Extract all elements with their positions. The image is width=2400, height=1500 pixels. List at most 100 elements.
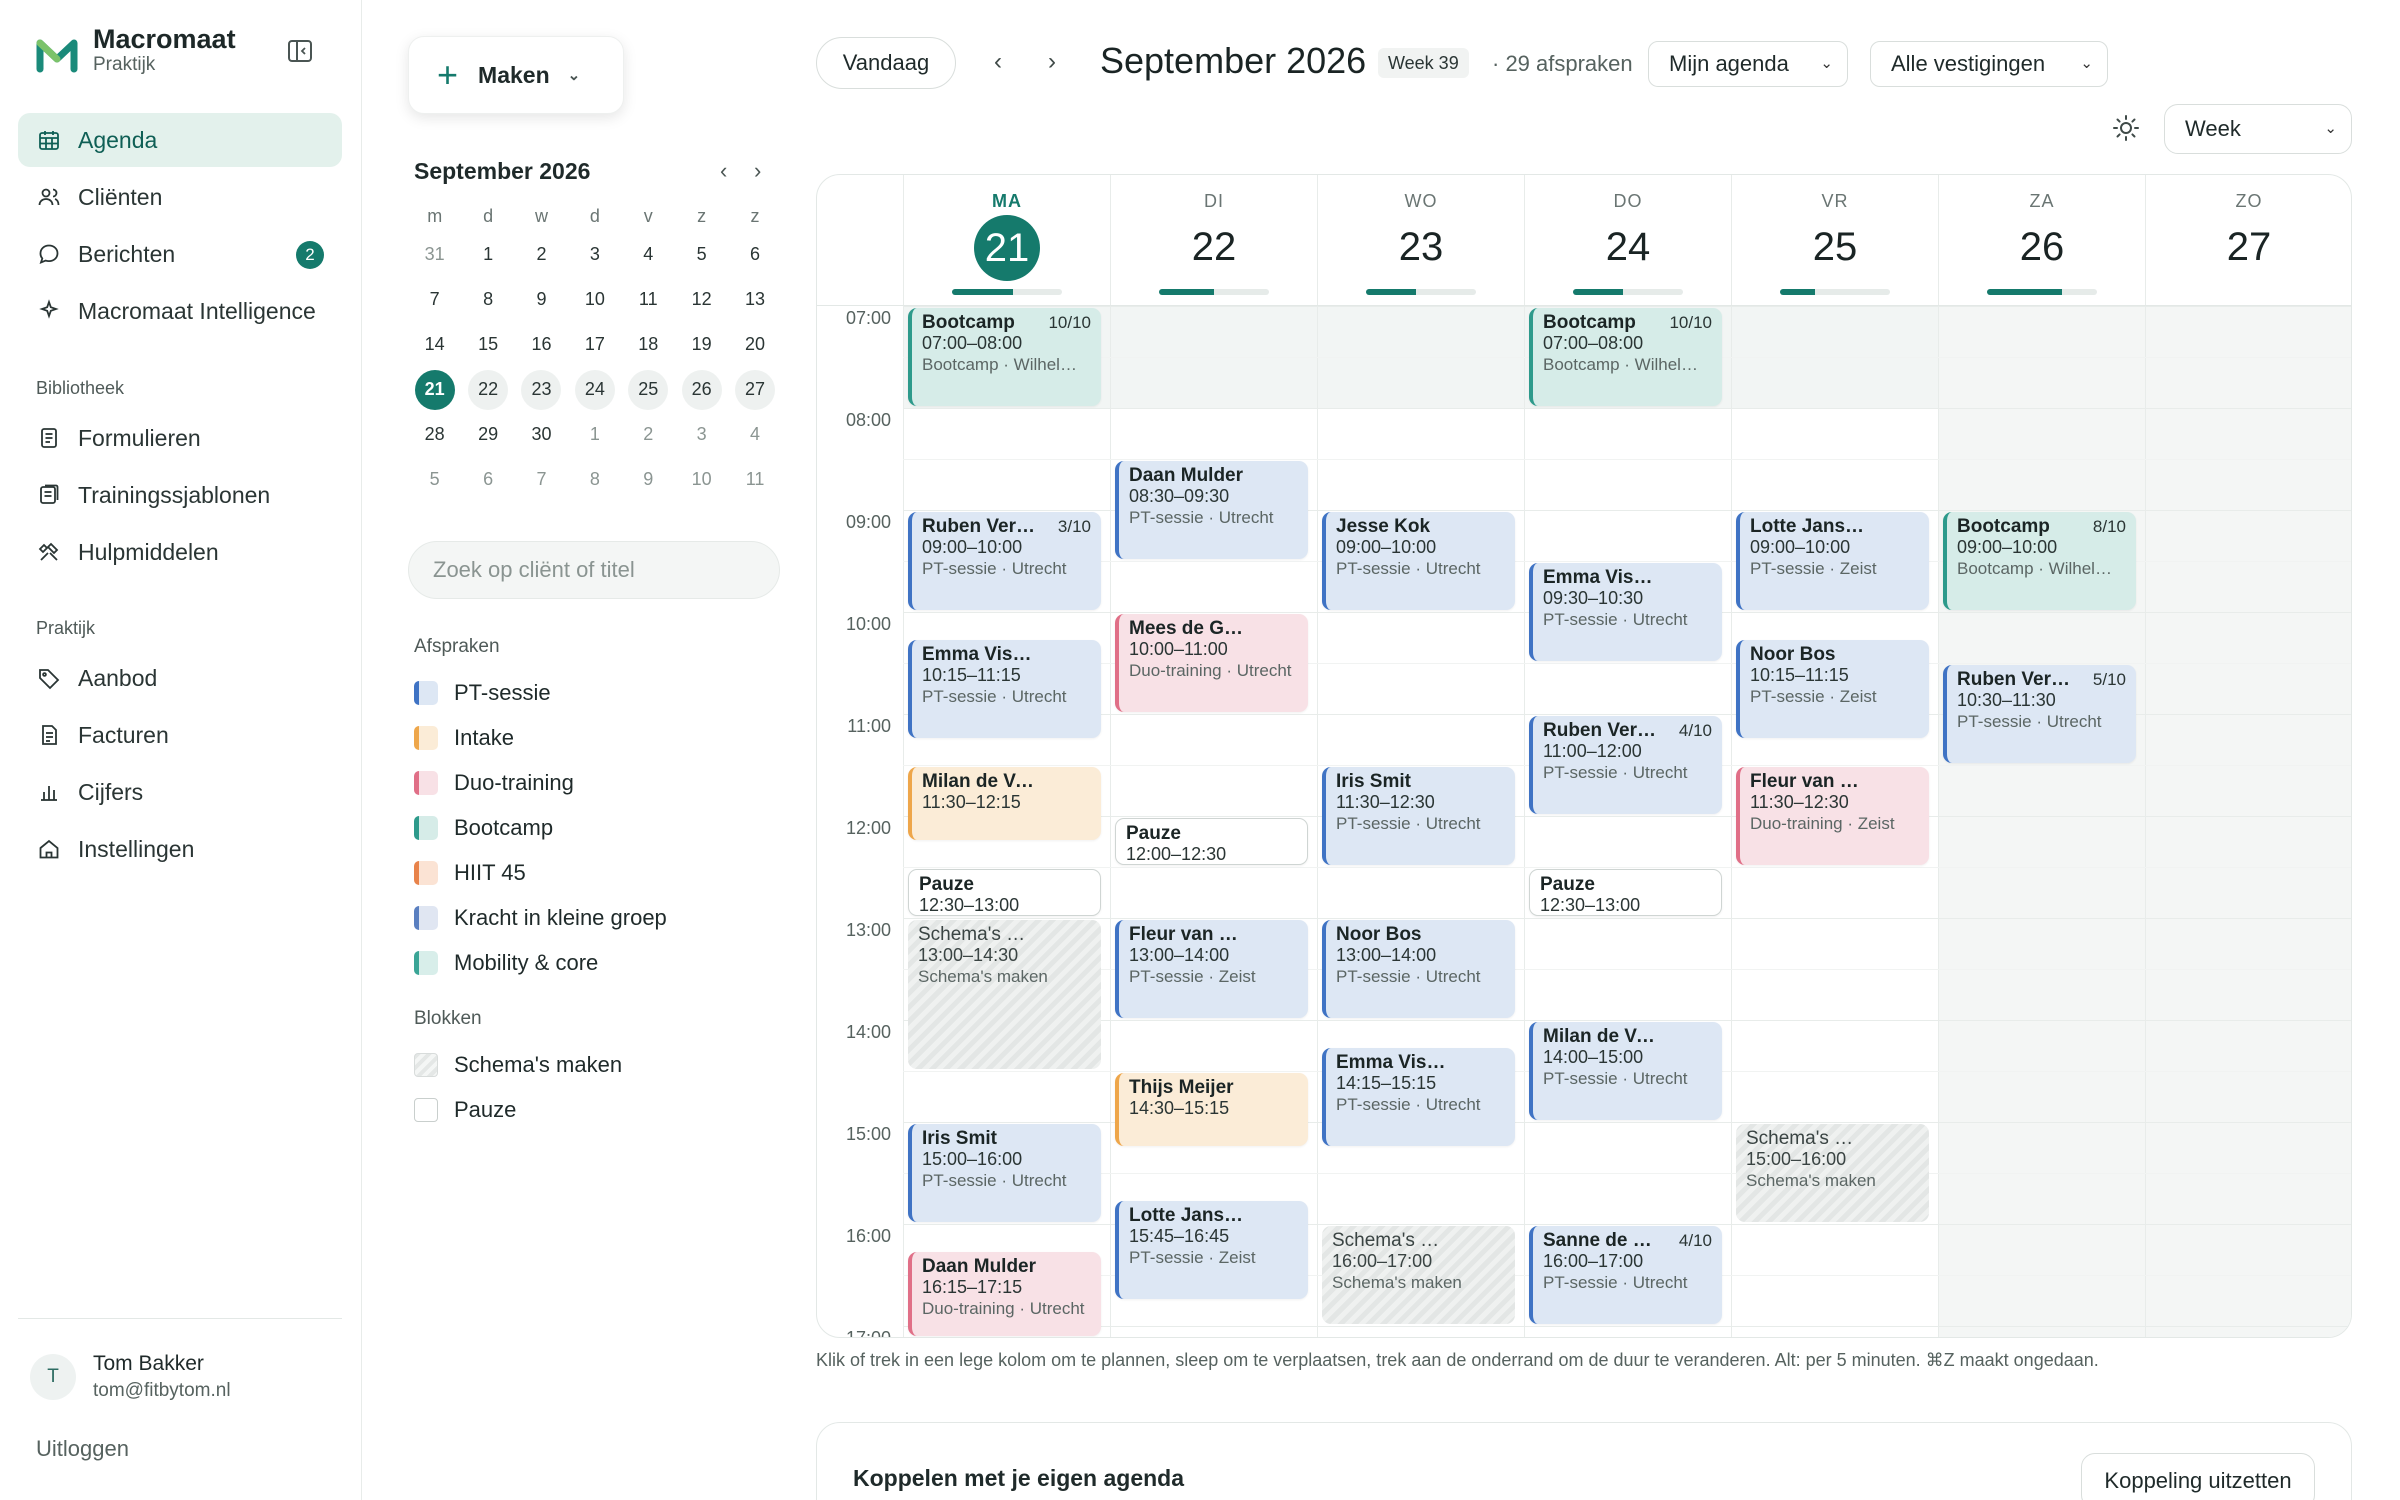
mini-calendar-next-icon[interactable]: › <box>754 158 761 184</box>
appointment-event[interactable]: Mees de Graaf 10:00–11:00 Duo-training · U… <box>1115 614 1308 712</box>
mini-calendar-day[interactable]: 2 <box>622 415 675 455</box>
appointment-event[interactable]: Emma Visser 14:15–15:15 PT-sessie · Utrech… <box>1322 1047 1515 1146</box>
sidebar-item-facturen[interactable]: Facturen <box>18 708 342 762</box>
search-input[interactable]: Zoek op cliënt of titel <box>408 541 780 599</box>
sidebar-item-cliënten[interactable]: Cliënten <box>18 170 342 224</box>
mini-calendar-day[interactable]: 8 <box>568 460 621 500</box>
mini-calendar-day[interactable]: 6 <box>461 460 514 500</box>
sidebar-item-cijfers[interactable]: Cijfers <box>18 765 342 819</box>
appointment-event[interactable]: Noor Bos 10:15–11:15 PT-sessie · Zeist <box>1736 639 1929 738</box>
day-header[interactable]: MA 21 <box>903 175 1110 305</box>
mini-calendar-day[interactable]: 1 <box>461 235 514 275</box>
day-header[interactable]: VR 25 <box>1731 175 1938 305</box>
mini-calendar-day[interactable]: 17 <box>568 325 621 365</box>
mini-calendar-day[interactable]: 10 <box>675 460 728 500</box>
appointment-event[interactable]: Ruben Verhoeven 4/10 11:00–12:00 PT-sessie … <box>1529 716 1722 814</box>
mini-calendar-day[interactable]: 21 <box>408 369 461 410</box>
appointment-event[interactable]: Bootcamp 8/10 09:00–10:00 Bootcamp · Wilhel… <box>1943 512 2136 610</box>
appointment-event[interactable]: Emma Visser 10:15–11:15 PT-sessie · Utrech… <box>908 639 1101 738</box>
mini-calendar-day[interactable]: 3 <box>675 415 728 455</box>
sidebar-item-instellingen[interactable]: Instellingen <box>18 822 342 876</box>
appointment-event[interactable]: Iris Smit 11:30–12:30 PT-sessie · Utrecht <box>1322 767 1515 865</box>
block-event[interactable]: Schema's maken 15:00–16:00 Schema's maken <box>1736 1124 1929 1222</box>
mini-calendar-day[interactable]: 9 <box>515 280 568 320</box>
break-event[interactable]: Pauze 12:00–12:30 <box>1115 818 1308 865</box>
mini-calendar-day[interactable]: 24 <box>568 369 621 410</box>
appointment-event[interactable]: Daan Mulder 08:30–09:30 PT-sessie · Utrech… <box>1115 461 1308 559</box>
legend-item[interactable]: Pauze <box>414 1097 516 1123</box>
collapse-sidebar-icon[interactable] <box>286 38 316 64</box>
legend-item[interactable]: PT-sessie <box>414 680 551 706</box>
sun-icon[interactable] <box>2112 114 2140 142</box>
mini-calendar-day[interactable]: 7 <box>408 280 461 320</box>
sidebar-item-formulieren[interactable]: Formulieren <box>18 411 342 465</box>
appointment-event[interactable]: Jesse Kok 09:00–10:00 PT-sessie · Utrecht <box>1322 512 1515 610</box>
mini-calendar-day[interactable]: 4 <box>622 235 675 275</box>
mini-calendar-day[interactable]: 22 <box>461 369 514 410</box>
mini-calendar-day[interactable]: 8 <box>461 280 514 320</box>
mini-calendar-day[interactable]: 15 <box>461 325 514 365</box>
legend-item[interactable]: Duo-training <box>414 770 574 796</box>
legend-item[interactable]: Kracht in kleine groep <box>414 905 667 931</box>
appointment-event[interactable]: Milan de Vries 11:30–12:15 <box>908 767 1101 840</box>
mini-calendar-day[interactable]: 31 <box>408 235 461 275</box>
sidebar-item-macromaat-intelligence[interactable]: Macromaat Intelligence <box>18 284 342 338</box>
appointment-event[interactable]: Iris Smit 15:00–16:00 PT-sessie · Utrecht <box>908 1124 1101 1222</box>
sidebar-item-berichten[interactable]: Berichten 2 <box>18 227 342 281</box>
mini-calendar-day[interactable]: 2 <box>515 235 568 275</box>
block-event[interactable]: Schema's maken 16:00–17:00 Schema's maken <box>1322 1226 1515 1324</box>
mini-calendar-day[interactable]: 30 <box>515 415 568 455</box>
mini-calendar-day[interactable]: 11 <box>622 280 675 320</box>
appointment-event[interactable]: Thijs Meijer 14:30–15:15 <box>1115 1073 1308 1146</box>
mini-calendar-day[interactable]: 26 <box>675 369 728 410</box>
mini-calendar-day[interactable]: 25 <box>622 369 675 410</box>
sidebar-item-hulpmiddelen[interactable]: Hulpmiddelen <box>18 525 342 579</box>
mini-calendar-day[interactable]: 29 <box>461 415 514 455</box>
break-event[interactable]: Pauze 12:30–13:00 <box>1529 869 1722 916</box>
avatar[interactable]: T <box>30 1354 76 1400</box>
mini-calendar-day[interactable]: 5 <box>675 235 728 275</box>
mini-calendar-day[interactable]: 27 <box>728 369 781 410</box>
break-event[interactable]: Pauze 12:30–13:00 <box>908 869 1101 916</box>
day-column[interactable] <box>1938 306 2145 1337</box>
next-week-icon[interactable]: › <box>1048 48 1056 76</box>
today-button[interactable]: Vandaag <box>816 37 956 89</box>
legend-item[interactable]: Bootcamp <box>414 815 553 841</box>
mini-calendar-day[interactable]: 5 <box>408 460 461 500</box>
legend-item[interactable]: Mobility & core <box>414 950 598 976</box>
mini-calendar-prev-icon[interactable]: ‹ <box>720 158 727 184</box>
agenda-select[interactable]: Mijn agenda ⌄ <box>1648 41 1848 87</box>
legend-item[interactable]: Schema's maken <box>414 1052 622 1078</box>
sidebar-item-agenda[interactable]: Agenda <box>18 113 342 167</box>
appointment-event[interactable]: Lotte Jansen 15:45–16:45 PT-sessie · Zeist <box>1115 1200 1308 1299</box>
brand[interactable]: Macromaat Praktijk <box>36 24 236 76</box>
location-select[interactable]: Alle vestigingen ⌄ <box>1870 41 2108 87</box>
appointment-event[interactable]: Bootcamp 10/10 07:00–08:00 Bootcamp · Wilhe… <box>908 308 1101 406</box>
mini-calendar-day[interactable]: 4 <box>728 415 781 455</box>
appointment-event[interactable]: Ruben Verhoeven 3/10 09:00–10:00 PT-sessie … <box>908 512 1101 610</box>
mini-calendar-day[interactable]: 13 <box>728 280 781 320</box>
block-event[interactable]: Schema's maken 13:00–14:30 Schema's maken <box>908 920 1101 1069</box>
appointment-event[interactable]: Daan Mulder 16:15–17:15 Duo-training · Utr… <box>908 1251 1101 1336</box>
mini-calendar-day[interactable]: 1 <box>568 415 621 455</box>
mini-calendar-day[interactable]: 11 <box>728 460 781 500</box>
mini-calendar-day[interactable]: 16 <box>515 325 568 365</box>
appointment-event[interactable]: Noor Bos 13:00–14:00 PT-sessie · Utrecht <box>1322 920 1515 1018</box>
create-button[interactable]: + Maken ⌄ <box>408 36 624 114</box>
mini-calendar-day[interactable]: 28 <box>408 415 461 455</box>
calendar-grid[interactable]: 07:00 08:00 09:00 10:00 11:00 12:00 13:00 14:00… <box>817 306 2351 1337</box>
legend-item[interactable]: HIIT 45 <box>414 860 526 886</box>
mini-calendar-day[interactable]: 10 <box>568 280 621 320</box>
legend-item[interactable]: Intake <box>414 725 514 751</box>
day-header[interactable]: DI 22 <box>1110 175 1317 305</box>
appointment-event[interactable]: Milan de Vries 14:00–15:00 PT-sessie · Utr… <box>1529 1022 1722 1120</box>
logout-link[interactable]: Uitloggen <box>36 1436 129 1462</box>
mini-calendar-day[interactable]: 12 <box>675 280 728 320</box>
mini-calendar-day[interactable]: 18 <box>622 325 675 365</box>
appointment-event[interactable]: Lotte Jansen 09:00–10:00 PT-sessie · Zeist <box>1736 512 1929 610</box>
sidebar-item-trainingssjablonen[interactable]: Trainingssjablonen <box>18 468 342 522</box>
sidebar-item-aanbod[interactable]: Aanbod <box>18 651 342 705</box>
mini-calendar-day[interactable]: 14 <box>408 325 461 365</box>
day-header[interactable]: WO 23 <box>1317 175 1524 305</box>
mini-calendar-day[interactable]: 20 <box>728 325 781 365</box>
